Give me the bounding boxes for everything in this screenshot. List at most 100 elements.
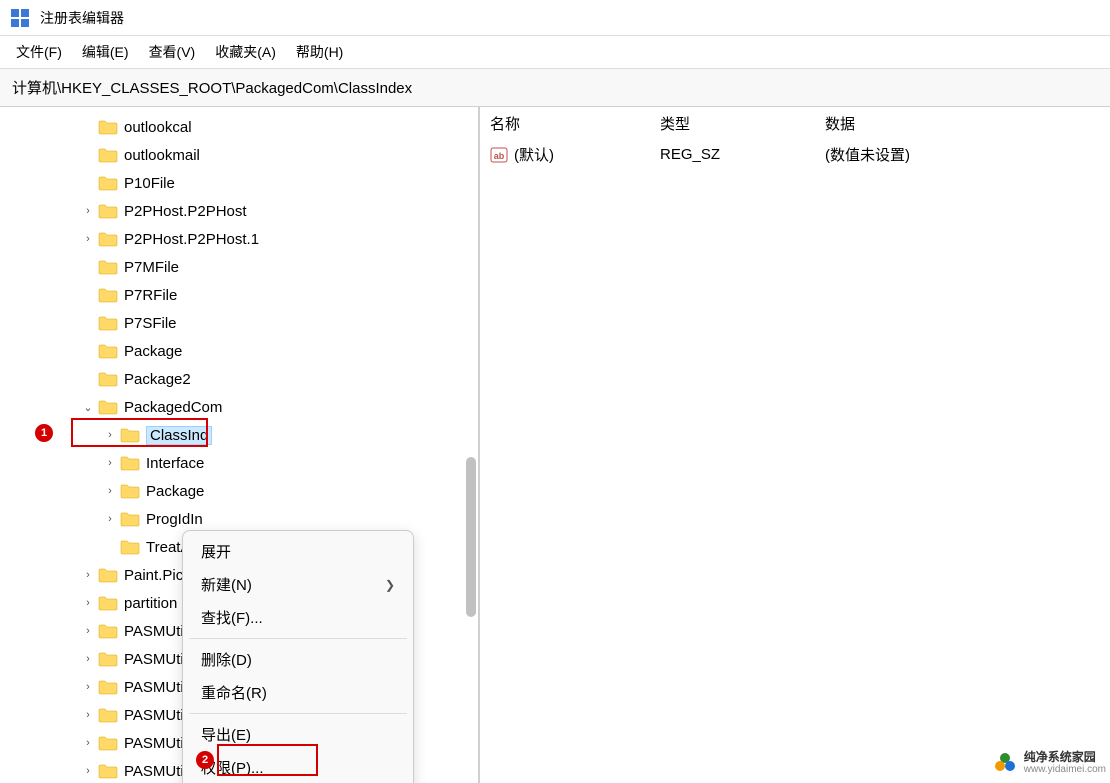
string-value-icon: ab xyxy=(490,146,508,164)
svg-text:ab: ab xyxy=(494,151,505,161)
expander-icon[interactable]: › xyxy=(80,707,96,723)
folder-icon xyxy=(98,371,118,387)
tree-item-label: P7RFile xyxy=(124,287,177,304)
ctx-separator xyxy=(189,713,407,714)
tree-item[interactable]: P7RFile xyxy=(30,281,478,309)
ctx-delete[interactable]: 删除(D) xyxy=(183,643,413,676)
folder-icon xyxy=(98,259,118,275)
expander-icon[interactable]: › xyxy=(80,651,96,667)
ctx-expand[interactable]: 展开 xyxy=(183,535,413,568)
expander-icon[interactable]: › xyxy=(102,511,118,527)
watermark: 纯净系统家园 www.yidaimei.com xyxy=(992,750,1106,776)
expander-icon[interactable]: › xyxy=(102,455,118,471)
expander-icon xyxy=(80,119,96,135)
folder-icon xyxy=(98,203,118,219)
regedit-icon xyxy=(10,8,30,28)
chevron-right-icon: ❯ xyxy=(385,578,395,592)
expander-icon[interactable]: › xyxy=(80,203,96,219)
expander-icon xyxy=(80,343,96,359)
expander-icon xyxy=(80,259,96,275)
tree-item-label: Package xyxy=(124,343,182,360)
values-header: 名称 类型 数据 xyxy=(490,107,1100,140)
expander-icon[interactable]: › xyxy=(80,623,96,639)
expander-icon[interactable]: › xyxy=(102,427,118,443)
tree-item[interactable]: outlookcal xyxy=(30,113,478,141)
folder-icon xyxy=(98,707,118,723)
ctx-new[interactable]: 新建(N) ❯ xyxy=(183,568,413,601)
watermark-name: 纯净系统家园 xyxy=(1024,750,1096,764)
folder-icon xyxy=(98,315,118,331)
tree-item[interactable]: Package xyxy=(30,337,478,365)
folder-icon xyxy=(120,427,140,443)
expander-icon[interactable]: › xyxy=(80,679,96,695)
ctx-find[interactable]: 查找(F)... xyxy=(183,601,413,634)
folder-icon xyxy=(98,399,118,415)
tree-item[interactable]: ⌄ PackagedCom xyxy=(30,393,478,421)
context-menu: 展开 新建(N) ❯ 查找(F)... 删除(D) 重命名(R) 导出(E) 权… xyxy=(182,530,414,783)
annotation-2: 2 xyxy=(196,751,214,769)
col-name[interactable]: 名称 xyxy=(490,113,660,134)
menu-favorites[interactable]: 收藏夹(A) xyxy=(207,38,284,66)
tree-item-label: P2PHost.P2PHost.1 xyxy=(124,231,259,248)
tree-item-label: ClassInd xyxy=(146,426,212,445)
tree-item-label: P7SFile xyxy=(124,315,177,332)
folder-icon xyxy=(98,651,118,667)
folder-icon xyxy=(98,147,118,163)
expander-icon[interactable]: › xyxy=(80,567,96,583)
folder-icon xyxy=(98,287,118,303)
folder-icon xyxy=(98,763,118,779)
main-area: outlookcaloutlookmailP10File›P2PHost.P2P… xyxy=(0,107,1110,783)
scrollbar-thumb[interactable] xyxy=(466,457,476,617)
expander-icon[interactable]: ⌄ xyxy=(80,399,96,415)
expander-icon[interactable]: › xyxy=(80,595,96,611)
tree-item-label: PackagedCom xyxy=(124,399,222,416)
value-name: (默认) xyxy=(514,144,660,165)
tree-item[interactable]: › Interface xyxy=(30,449,478,477)
titlebar: 注册表编辑器 xyxy=(0,0,1110,36)
tree-item[interactable]: outlookmail xyxy=(30,141,478,169)
value-row[interactable]: ab (默认) REG_SZ (数值未设置) xyxy=(490,140,1100,169)
expander-icon[interactable]: › xyxy=(80,231,96,247)
address-bar[interactable]: 计算机\HKEY_CLASSES_ROOT\PackagedCom\ClassI… xyxy=(0,69,1110,107)
folder-icon xyxy=(98,735,118,751)
folder-icon xyxy=(120,483,140,499)
menu-view[interactable]: 查看(V) xyxy=(141,38,204,66)
tree-item[interactable]: ›P2PHost.P2PHost xyxy=(30,197,478,225)
tree-item[interactable]: Package2 xyxy=(30,365,478,393)
ctx-rename[interactable]: 重命名(R) xyxy=(183,676,413,709)
expander-icon xyxy=(80,287,96,303)
tree-item-label: ProgIdIn xyxy=(146,511,203,528)
expander-icon[interactable]: › xyxy=(102,483,118,499)
folder-icon xyxy=(120,455,140,471)
tree-item[interactable]: › Package xyxy=(30,477,478,505)
expander-icon xyxy=(80,371,96,387)
menu-edit[interactable]: 编辑(E) xyxy=(74,38,137,66)
tree-item[interactable]: › ClassInd xyxy=(30,421,478,449)
folder-icon xyxy=(98,175,118,191)
expander-icon[interactable]: › xyxy=(80,735,96,751)
menu-file[interactable]: 文件(F) xyxy=(8,38,70,66)
folder-icon xyxy=(98,567,118,583)
tree-item-label: Interface xyxy=(146,455,204,472)
col-data[interactable]: 数据 xyxy=(825,113,1100,134)
tree-item[interactable]: P10File xyxy=(30,169,478,197)
values-pane: 名称 类型 数据 ab (默认) REG_SZ (数值未设置) xyxy=(480,107,1110,783)
tree-item-label: Package xyxy=(146,483,204,500)
tree-item-label: Package2 xyxy=(124,371,191,388)
tree-item[interactable]: P7SFile xyxy=(30,309,478,337)
ctx-export[interactable]: 导出(E) xyxy=(183,718,413,751)
window-title: 注册表编辑器 xyxy=(40,8,124,28)
menubar: 文件(F) 编辑(E) 查看(V) 收藏夹(A) 帮助(H) xyxy=(0,36,1110,68)
tree-item-label: partition xyxy=(124,595,177,612)
ctx-permissions[interactable]: 权限(P)... xyxy=(183,751,413,783)
tree-item[interactable]: P7MFile xyxy=(30,253,478,281)
tree-item[interactable]: › ProgIdIn xyxy=(30,505,478,533)
tree-item-label: outlookmail xyxy=(124,147,200,164)
ctx-separator xyxy=(189,638,407,639)
watermark-logo-icon xyxy=(992,750,1018,776)
folder-icon xyxy=(98,595,118,611)
menu-help[interactable]: 帮助(H) xyxy=(288,38,351,66)
expander-icon[interactable]: › xyxy=(80,763,96,779)
tree-item[interactable]: › P2PHost.P2PHost.1 xyxy=(30,225,478,253)
col-type[interactable]: 类型 xyxy=(660,113,825,134)
